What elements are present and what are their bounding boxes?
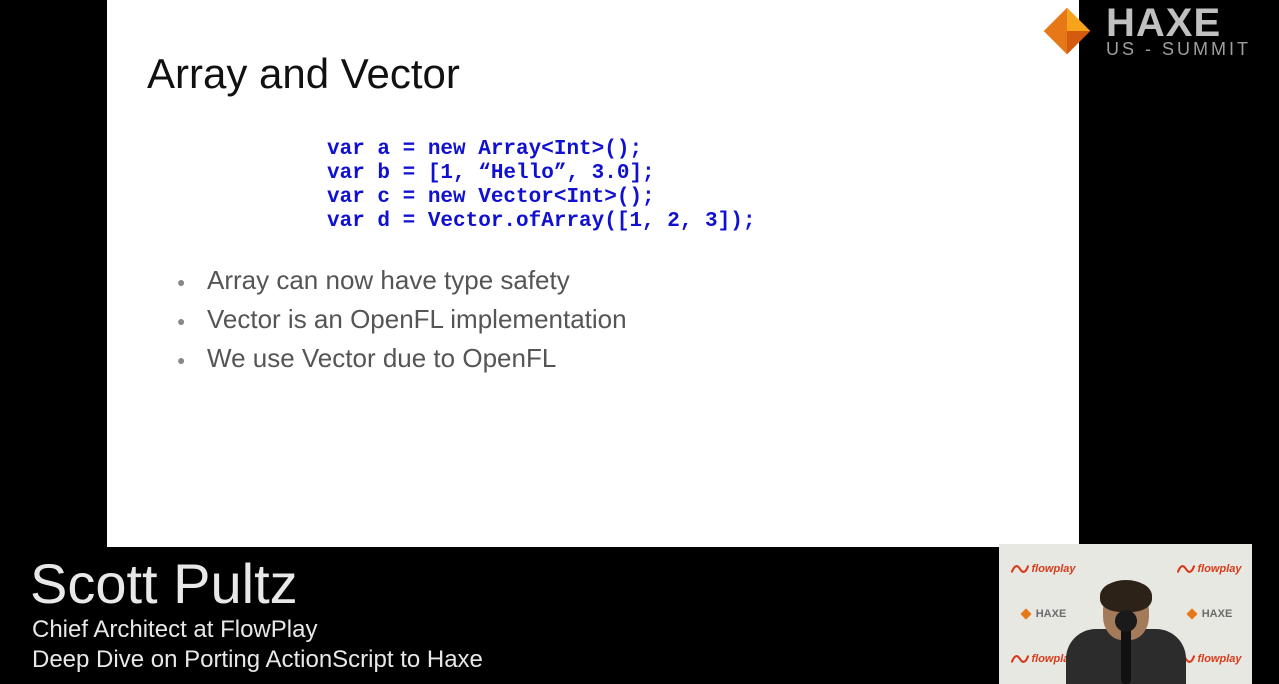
- speaker-role: Chief Architect at FlowPlay: [32, 616, 483, 644]
- slide-title: Array and Vector: [147, 50, 1039, 98]
- speaker-name: Scott Pultz: [30, 556, 483, 612]
- lower-third: Scott Pultz Chief Architect at FlowPlay …: [30, 556, 483, 674]
- event-logo-subtitle: US - SUMMIT: [1106, 41, 1251, 57]
- code-line: var c = new Vector<Int>();: [327, 186, 655, 209]
- backdrop-flowplay-text: flowplay: [1031, 563, 1075, 575]
- speaker-hair: [1100, 580, 1152, 612]
- camera-inset: flowplay flowplay HAXE HAXE flowplay flo…: [999, 544, 1252, 684]
- code-block: var a = new Array<Int>(); var b = [1, “H…: [327, 138, 1039, 235]
- backdrop-flowplay-text: flowplay: [1197, 563, 1241, 575]
- talk-title: Deep Dive on Porting ActionScript to Hax…: [32, 646, 483, 674]
- speaker-figure: [1066, 584, 1186, 684]
- code-line: var a = new Array<Int>();: [327, 138, 642, 161]
- bullet-item: Vector is an OpenFL implementation: [177, 304, 1039, 335]
- backdrop-haxe-text: HAXE: [1036, 608, 1067, 620]
- event-logo-text: HAXE US - SUMMIT: [1106, 5, 1251, 57]
- code-line: var b = [1, “Hello”, 3.0];: [327, 162, 655, 185]
- code-line: var d = Vector.ofArray([1, 2, 3]);: [327, 210, 755, 233]
- backdrop-haxe-text: HAXE: [1202, 608, 1233, 620]
- bullet-item: We use Vector due to OpenFL: [177, 343, 1039, 374]
- bullet-item: Array can now have type safety: [177, 265, 1039, 296]
- backdrop-flowplay-text: flowplay: [1197, 653, 1241, 665]
- bullet-list: Array can now have type safety Vector is…: [147, 265, 1039, 374]
- presentation-slide: Array and Vector var a = new Array<Int>(…: [107, 0, 1079, 547]
- microphone-icon: [1121, 624, 1131, 684]
- event-logo-title: HAXE: [1106, 5, 1251, 41]
- event-logo: HAXE US - SUMMIT: [1038, 2, 1251, 60]
- haxe-logo-icon: [1038, 2, 1096, 60]
